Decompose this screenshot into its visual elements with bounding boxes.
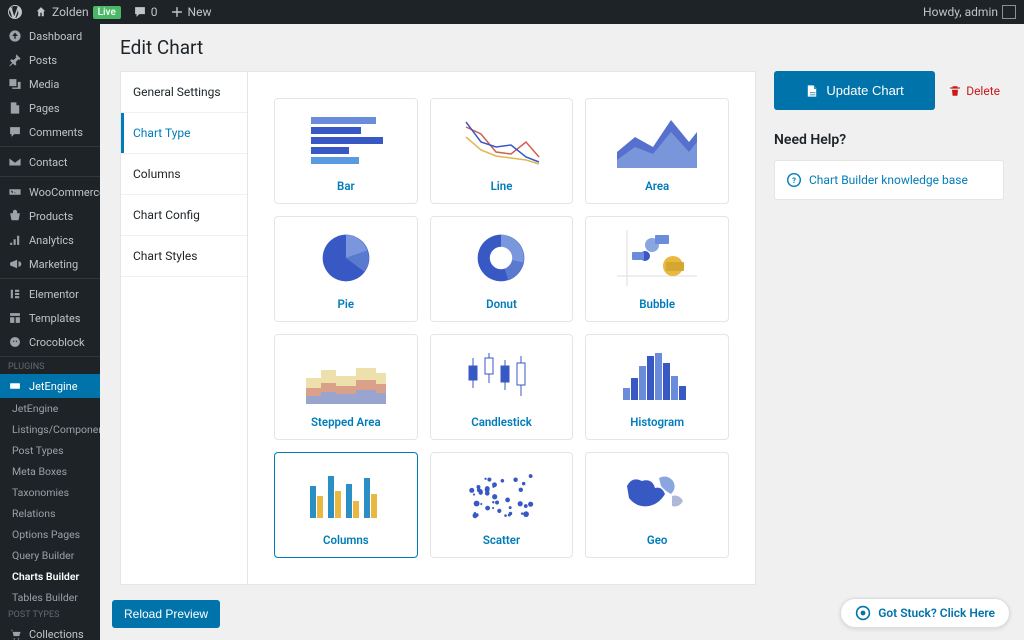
tab-content: Bar Line Area Pie Donut Bubble Stepped Area Can… <box>248 71 756 585</box>
geo-preview-icon <box>592 461 722 527</box>
avatar-icon <box>1002 5 1016 19</box>
sidebar-item-contact[interactable]: Contact <box>0 150 100 174</box>
submenu-meta-boxes[interactable]: Meta Boxes <box>0 461 100 482</box>
sidebar-item-woocommerce[interactable]: WooCommerce <box>0 180 100 204</box>
bar-preview-icon <box>281 107 411 173</box>
pie-preview-icon <box>281 225 411 291</box>
chart-type-scatter[interactable]: Scatter <box>430 452 574 558</box>
sidebar-item-jetengine[interactable]: JetEngine <box>0 374 100 398</box>
columns-preview-icon <box>281 461 411 527</box>
submenu-header: Plugins <box>0 360 100 374</box>
chart-type-bubble[interactable]: Bubble <box>585 216 729 322</box>
stepped area-preview-icon <box>281 343 411 409</box>
got-stuck-button[interactable]: Got Stuck? Click Here <box>840 598 1010 628</box>
chart-type-label: Columns <box>281 533 411 547</box>
chart-type-label: Geo <box>592 533 722 547</box>
chart-type-label: Donut <box>437 297 567 311</box>
reload-preview-button[interactable]: Reload Preview <box>112 600 220 628</box>
chart-type-label: Area <box>592 179 722 193</box>
chart-type-label: Bubble <box>592 297 722 311</box>
sidebar-item-analytics[interactable]: Analytics <box>0 228 100 252</box>
main-content: Edit Chart General SettingsChart TypeCol… <box>100 24 1024 640</box>
bubble-preview-icon <box>592 225 722 291</box>
chart-type-donut[interactable]: Donut <box>430 216 574 322</box>
comments-link[interactable]: 0 <box>133 5 158 19</box>
submenu-post-types[interactable]: Post Types <box>0 440 100 461</box>
wp-logo[interactable] <box>8 5 22 19</box>
donut-preview-icon <box>437 225 567 291</box>
scatter-preview-icon <box>437 461 567 527</box>
chart-type-label: Scatter <box>437 533 567 547</box>
chart-type-columns[interactable]: Columns <box>274 452 418 558</box>
submenu-tables-builder[interactable]: Tables Builder <box>0 587 100 608</box>
new-link[interactable]: New <box>170 5 212 19</box>
histogram-preview-icon <box>592 343 722 409</box>
live-badge: Live <box>93 6 121 19</box>
admin-sidebar: DashboardPostsMediaPagesComments Contact W… <box>0 24 100 640</box>
sidebar-item-dashboard[interactable]: Dashboard <box>0 24 100 48</box>
tab-general-settings[interactable]: General Settings <box>121 72 247 113</box>
area-preview-icon <box>592 107 722 173</box>
chart-type-line[interactable]: Line <box>430 98 574 204</box>
delete-button[interactable]: Delete <box>945 71 1004 110</box>
chart-type-label: Bar <box>281 179 411 193</box>
submenu-taxonomies[interactable]: Taxonomies <box>0 482 100 503</box>
tab-chart-type[interactable]: Chart Type <box>121 113 247 154</box>
sidebar-item-templates[interactable]: Templates <box>0 306 100 330</box>
sidebar-item-comments[interactable]: Comments <box>0 120 100 144</box>
svg-text:?: ? <box>792 176 796 185</box>
settings-tabs: General SettingsChart TypeColumnsChart C… <box>120 71 248 585</box>
submenu-jetengine[interactable]: JetEngine <box>0 398 100 419</box>
help-title: Need Help? <box>774 132 1004 148</box>
sidebar-item-pages[interactable]: Pages <box>0 96 100 120</box>
update-chart-button[interactable]: Update Chart <box>774 71 935 110</box>
sidebar-item-media[interactable]: Media <box>0 72 100 96</box>
tab-chart-styles[interactable]: Chart Styles <box>121 236 247 277</box>
chart-type-stepped-area[interactable]: Stepped Area <box>274 334 418 440</box>
site-name[interactable]: Zolden Live <box>34 5 121 19</box>
chart-type-label: Line <box>437 179 567 193</box>
chart-type-area[interactable]: Area <box>585 98 729 204</box>
submenu-header-2: Post Types <box>0 608 100 622</box>
chart-type-label: Histogram <box>592 415 722 429</box>
sidebar-item-products[interactable]: Products <box>0 204 100 228</box>
submenu-listings-components[interactable]: Listings/Components <box>0 419 100 440</box>
submenu-relations[interactable]: Relations <box>0 503 100 524</box>
submenu-query-builder[interactable]: Query Builder <box>0 545 100 566</box>
submenu-options-pages[interactable]: Options Pages <box>0 524 100 545</box>
chart-type-label: Candlestick <box>437 415 567 429</box>
chart-type-label: Pie <box>281 297 411 311</box>
chart-type-geo[interactable]: Geo <box>585 452 729 558</box>
howdy[interactable]: Howdy, admin <box>923 5 1016 19</box>
page-title: Edit Chart <box>120 36 1004 59</box>
submenu-charts-builder[interactable]: Charts Builder <box>0 566 100 587</box>
sidebar-item-elementor[interactable]: Elementor <box>0 282 100 306</box>
chart-type-bar[interactable]: Bar <box>274 98 418 204</box>
sidebar-item-collections[interactable]: Collections <box>0 622 100 640</box>
tab-columns[interactable]: Columns <box>121 154 247 195</box>
chart-type-label: Stepped Area <box>281 415 411 429</box>
sidebar-item-posts[interactable]: Posts <box>0 48 100 72</box>
admin-bar: Zolden Live 0 New Howdy, admin <box>0 0 1024 24</box>
chart-type-histogram[interactable]: Histogram <box>585 334 729 440</box>
sidebar-item-crocoblock[interactable]: Crocoblock <box>0 330 100 354</box>
sidebar-item-marketing[interactable]: Marketing <box>0 252 100 276</box>
chart-type-pie[interactable]: Pie <box>274 216 418 322</box>
line-preview-icon <box>437 107 567 173</box>
candlestick-preview-icon <box>437 343 567 409</box>
tab-chart-config[interactable]: Chart Config <box>121 195 247 236</box>
chart-type-candlestick[interactable]: Candlestick <box>430 334 574 440</box>
help-link[interactable]: ?Chart Builder knowledge base <box>774 160 1004 200</box>
